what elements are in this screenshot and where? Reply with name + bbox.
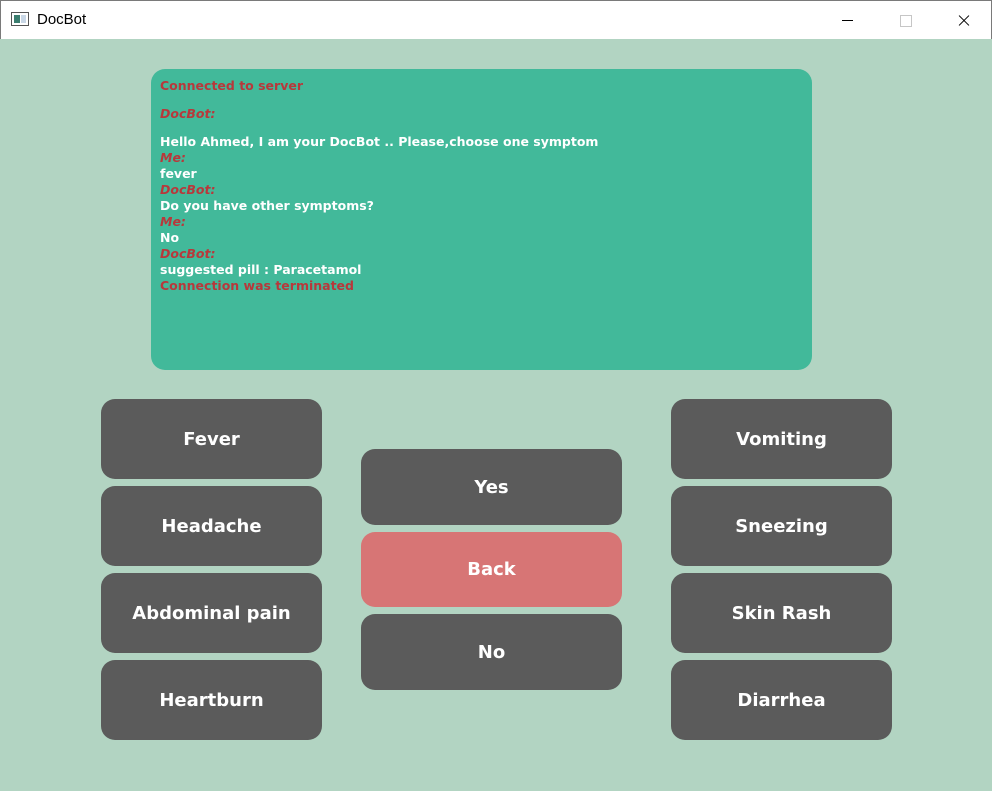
symptom-headache-button[interactable]: Headache	[101, 486, 322, 566]
symptom-fever-button[interactable]: Fever	[101, 399, 322, 479]
symptom-abdominal-pain-button[interactable]: Abdominal pain	[101, 573, 322, 653]
chat-panel: Connected to server DocBot: Hello Ahmed,…	[151, 69, 812, 370]
yes-button[interactable]: Yes	[361, 449, 622, 525]
symptom-skin-rash-button[interactable]: Skin Rash	[671, 573, 892, 653]
symptom-diarrhea-button[interactable]: Diarrhea	[671, 660, 892, 740]
status-connected: Connected to server	[160, 78, 303, 93]
no-button[interactable]: No	[361, 614, 622, 690]
message-text: Hello Ahmed, I am your DocBot .. Please,…	[160, 134, 599, 149]
back-button[interactable]: Back	[361, 532, 622, 607]
close-button[interactable]	[934, 1, 992, 40]
app-icon	[11, 12, 29, 26]
message-text: suggested pill : Paracetamol	[160, 262, 362, 277]
message-sender: DocBot:	[160, 182, 216, 197]
symptom-sneezing-button[interactable]: Sneezing	[671, 486, 892, 566]
window-title: DocBot	[37, 11, 87, 28]
message-sender: Me:	[160, 150, 186, 165]
symptom-vomiting-button[interactable]: Vomiting	[671, 399, 892, 479]
message-text: fever	[160, 166, 197, 181]
message-text: No	[160, 230, 180, 245]
minimize-button[interactable]	[818, 1, 876, 40]
message-sender: DocBot:	[160, 106, 216, 121]
status-terminated: Connection was terminated	[160, 278, 354, 293]
message-sender: DocBot:	[160, 246, 216, 261]
symptom-heartburn-button[interactable]: Heartburn	[101, 660, 322, 740]
message-sender: Me:	[160, 214, 186, 229]
message-text: Do you have other symptoms?	[160, 198, 374, 213]
maximize-button[interactable]	[876, 1, 934, 40]
title-bar: DocBot	[0, 0, 992, 39]
